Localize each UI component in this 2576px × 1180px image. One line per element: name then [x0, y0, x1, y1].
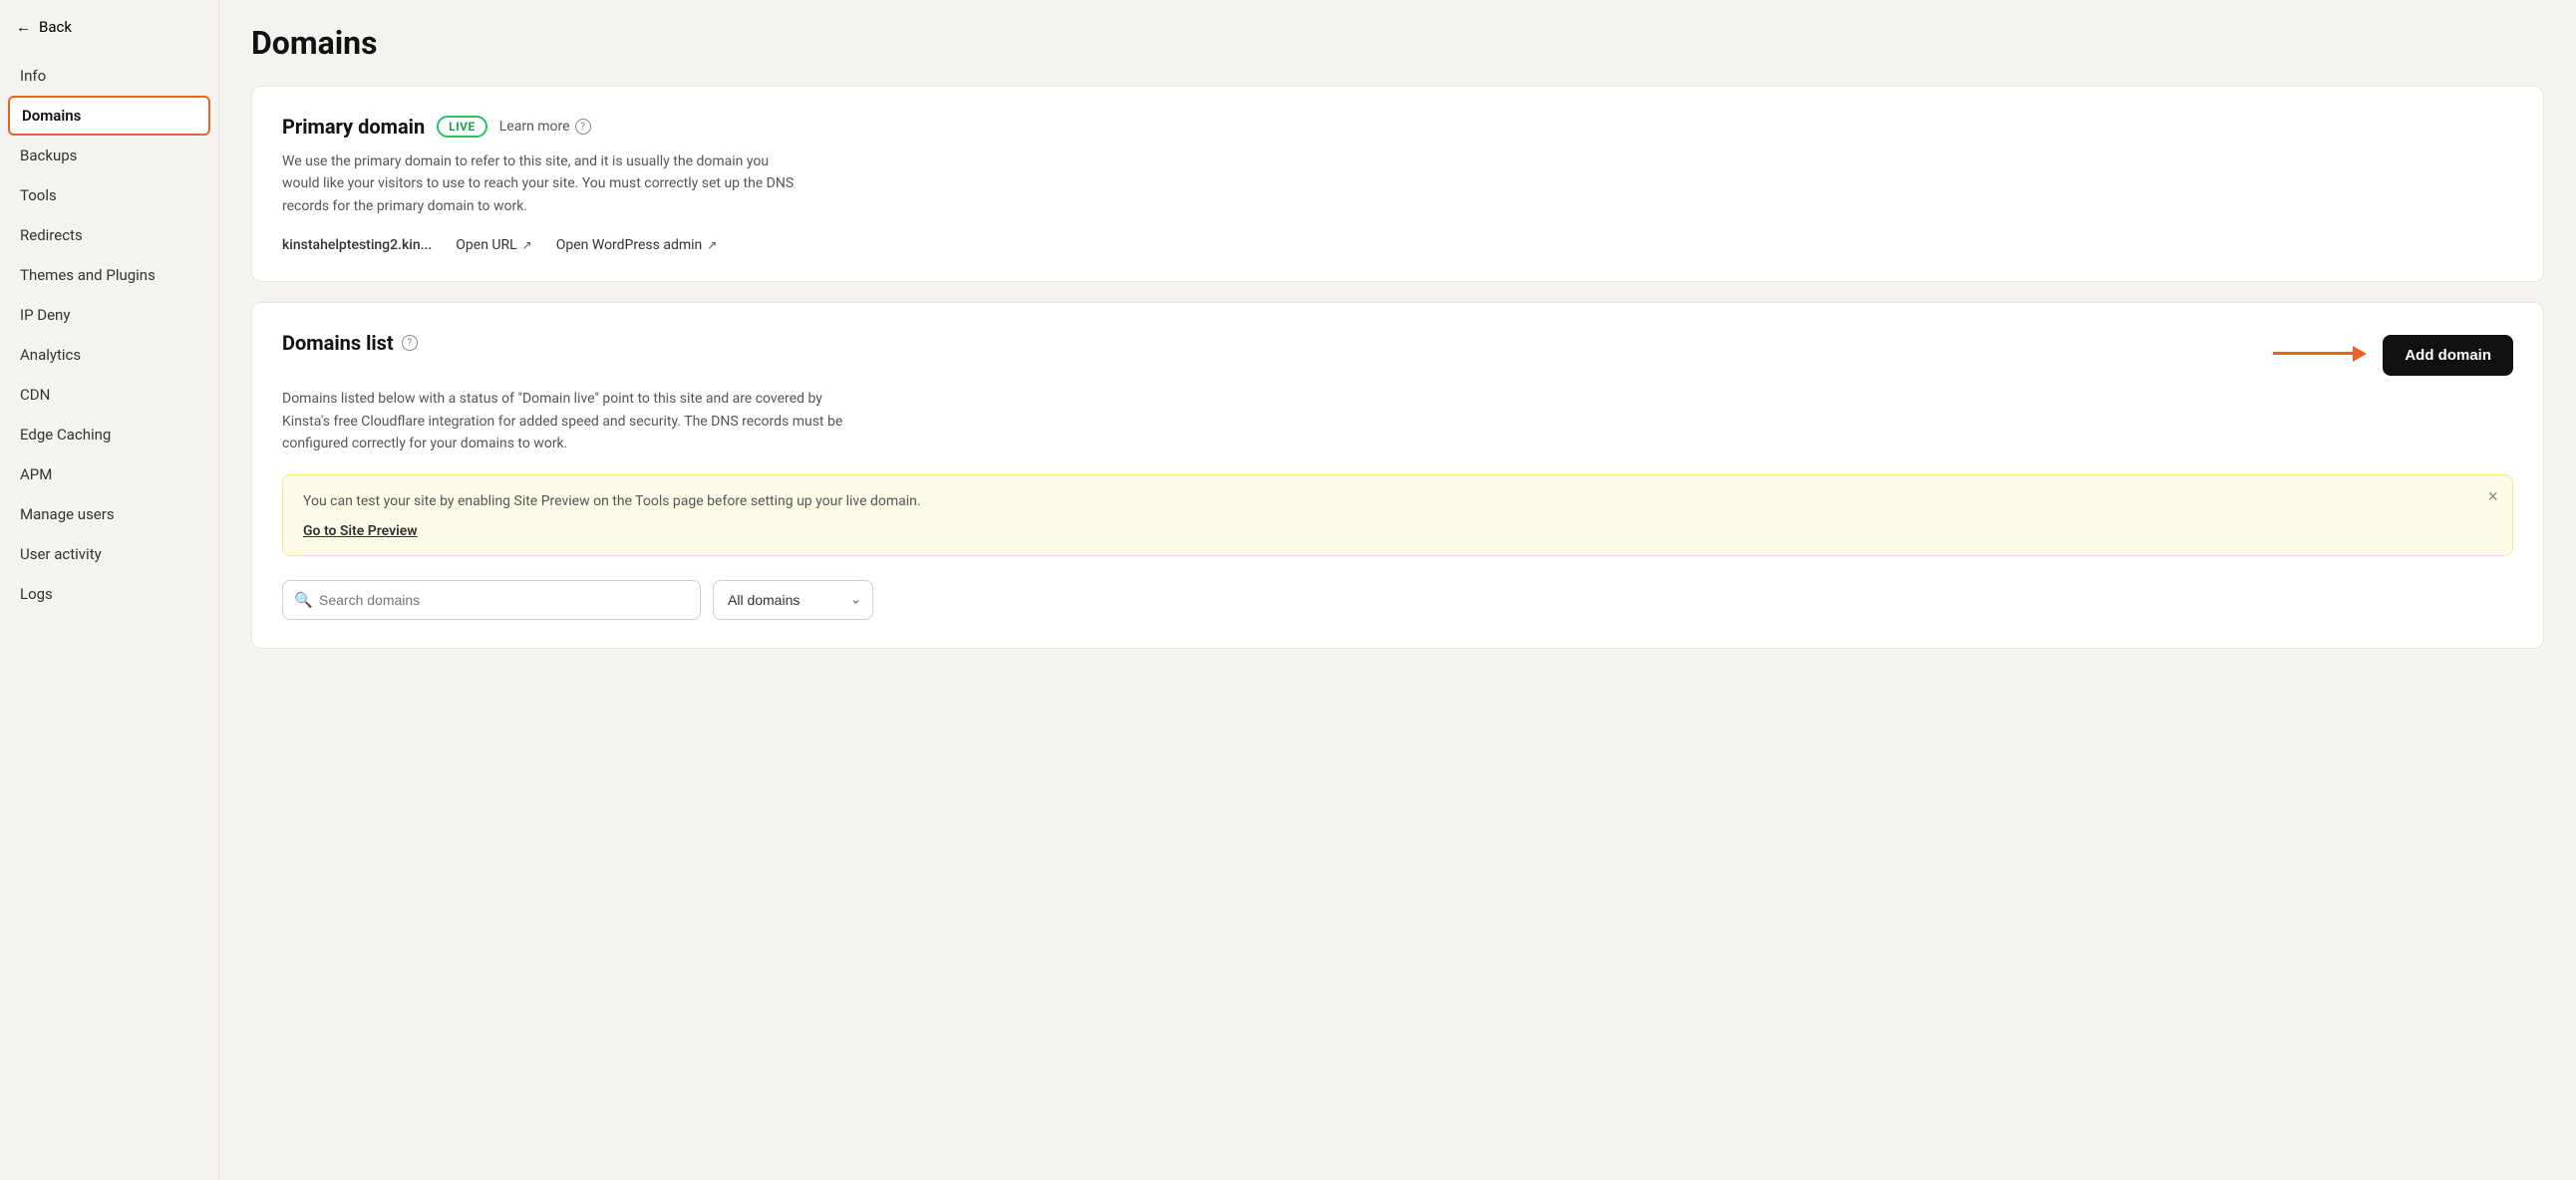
- search-filter-row: 🔍 All domains Live domains Redirect doma…: [282, 580, 2513, 620]
- alert-text: You can test your site by enabling Site …: [303, 491, 2492, 512]
- domains-list-help-icon[interactable]: ?: [402, 335, 418, 351]
- live-badge: LIVE: [437, 116, 487, 138]
- domains-list-card: Domains list ? Add domain Domains listed…: [251, 302, 2544, 649]
- sidebar-item-label: APM: [20, 465, 52, 483]
- sidebar-item-analytics[interactable]: Analytics: [0, 335, 218, 375]
- sidebar-item-tools[interactable]: Tools: [0, 175, 218, 215]
- sidebar-item-label: IP Deny: [20, 306, 70, 324]
- sidebar-item-label: Domains: [22, 107, 81, 125]
- alert-close-button[interactable]: ×: [2487, 487, 2498, 505]
- sidebar-item-label: Redirects: [20, 226, 83, 244]
- primary-domain-card: Primary domain LIVE Learn more ? We use …: [251, 86, 2544, 282]
- sidebar-item-backups[interactable]: Backups: [0, 136, 218, 175]
- sidebar-item-cdn[interactable]: CDN: [0, 375, 218, 415]
- filter-domains-select[interactable]: All domains Live domains Redirect domain…: [713, 580, 873, 620]
- sidebar-item-label: Tools: [20, 186, 57, 204]
- arrow-indicator: [2273, 346, 2367, 362]
- learn-more-label: Learn more: [499, 119, 570, 135]
- main-content: Domains Primary domain LIVE Learn more ?…: [219, 0, 2576, 1180]
- search-container: 🔍: [282, 580, 701, 620]
- go-to-site-preview-link[interactable]: Go to Site Preview: [303, 523, 418, 539]
- back-button[interactable]: ← Back: [0, 0, 218, 52]
- sidebar-item-user-activity[interactable]: User activity: [0, 534, 218, 574]
- open-url-link[interactable]: Open URL ↗: [456, 237, 531, 253]
- back-arrow-icon: ←: [16, 18, 31, 36]
- sidebar-item-apm[interactable]: APM: [0, 454, 218, 494]
- domain-row: kinstahelptesting2.kin... Open URL ↗ Ope…: [282, 237, 2513, 253]
- add-domain-button[interactable]: Add domain: [2383, 335, 2513, 376]
- arrow-line: [2273, 352, 2353, 355]
- add-domain-area: Add domain: [2273, 331, 2513, 376]
- primary-domain-header: Primary domain LIVE Learn more ?: [282, 115, 2513, 139]
- sidebar-item-domains[interactable]: Domains: [8, 96, 210, 136]
- sidebar-item-label: Logs: [20, 585, 53, 603]
- domains-list-title-row: Domains list ?: [282, 331, 418, 355]
- back-label: Back: [39, 18, 72, 36]
- sidebar-item-label: Info: [20, 67, 46, 85]
- help-circle-icon: ?: [575, 119, 591, 135]
- primary-domain-title: Primary domain: [282, 115, 425, 139]
- sidebar-item-themes-plugins[interactable]: Themes and Plugins: [0, 255, 218, 295]
- arrow-head: [2353, 346, 2367, 362]
- sidebar-item-edge-caching[interactable]: Edge Caching: [0, 415, 218, 454]
- external-link-icon-2: ↗: [707, 238, 717, 252]
- sidebar-item-label: Manage users: [20, 505, 115, 523]
- domains-list-left: Domains list ?: [282, 331, 418, 355]
- sidebar-item-label: Edge Caching: [20, 426, 111, 443]
- search-domains-input[interactable]: [282, 580, 701, 620]
- site-preview-alert: You can test your site by enabling Site …: [282, 474, 2513, 556]
- open-wp-admin-label: Open WordPress admin: [556, 237, 703, 253]
- learn-more-link[interactable]: Learn more ?: [499, 119, 591, 135]
- open-wp-admin-link[interactable]: Open WordPress admin ↗: [556, 237, 718, 253]
- sidebar: ← Back Info Domains Backups Tools Redire…: [0, 0, 219, 1180]
- filter-select-wrapper: All domains Live domains Redirect domain…: [713, 580, 873, 620]
- external-link-icon: ↗: [522, 238, 532, 252]
- search-icon: 🔍: [294, 591, 313, 609]
- open-url-label: Open URL: [456, 237, 516, 253]
- domain-name: kinstahelptesting2.kin...: [282, 237, 432, 253]
- sidebar-item-info[interactable]: Info: [0, 56, 218, 96]
- sidebar-item-label: Themes and Plugins: [20, 266, 156, 284]
- sidebar-nav: Info Domains Backups Tools Redirects The…: [0, 52, 218, 618]
- primary-domain-description: We use the primary domain to refer to th…: [282, 150, 801, 217]
- domains-list-description: Domains listed below with a status of "D…: [282, 388, 860, 454]
- sidebar-item-ip-deny[interactable]: IP Deny: [0, 295, 218, 335]
- page-title: Domains: [251, 24, 2544, 62]
- sidebar-item-label: CDN: [20, 386, 50, 404]
- domains-list-title: Domains list: [282, 331, 394, 355]
- sidebar-item-label: User activity: [20, 545, 102, 563]
- sidebar-item-manage-users[interactable]: Manage users: [0, 494, 218, 534]
- sidebar-item-label: Backups: [20, 147, 77, 164]
- sidebar-item-redirects[interactable]: Redirects: [0, 215, 218, 255]
- sidebar-item-logs[interactable]: Logs: [0, 574, 218, 614]
- sidebar-item-label: Analytics: [20, 346, 81, 364]
- domains-list-header: Domains list ? Add domain: [282, 331, 2513, 376]
